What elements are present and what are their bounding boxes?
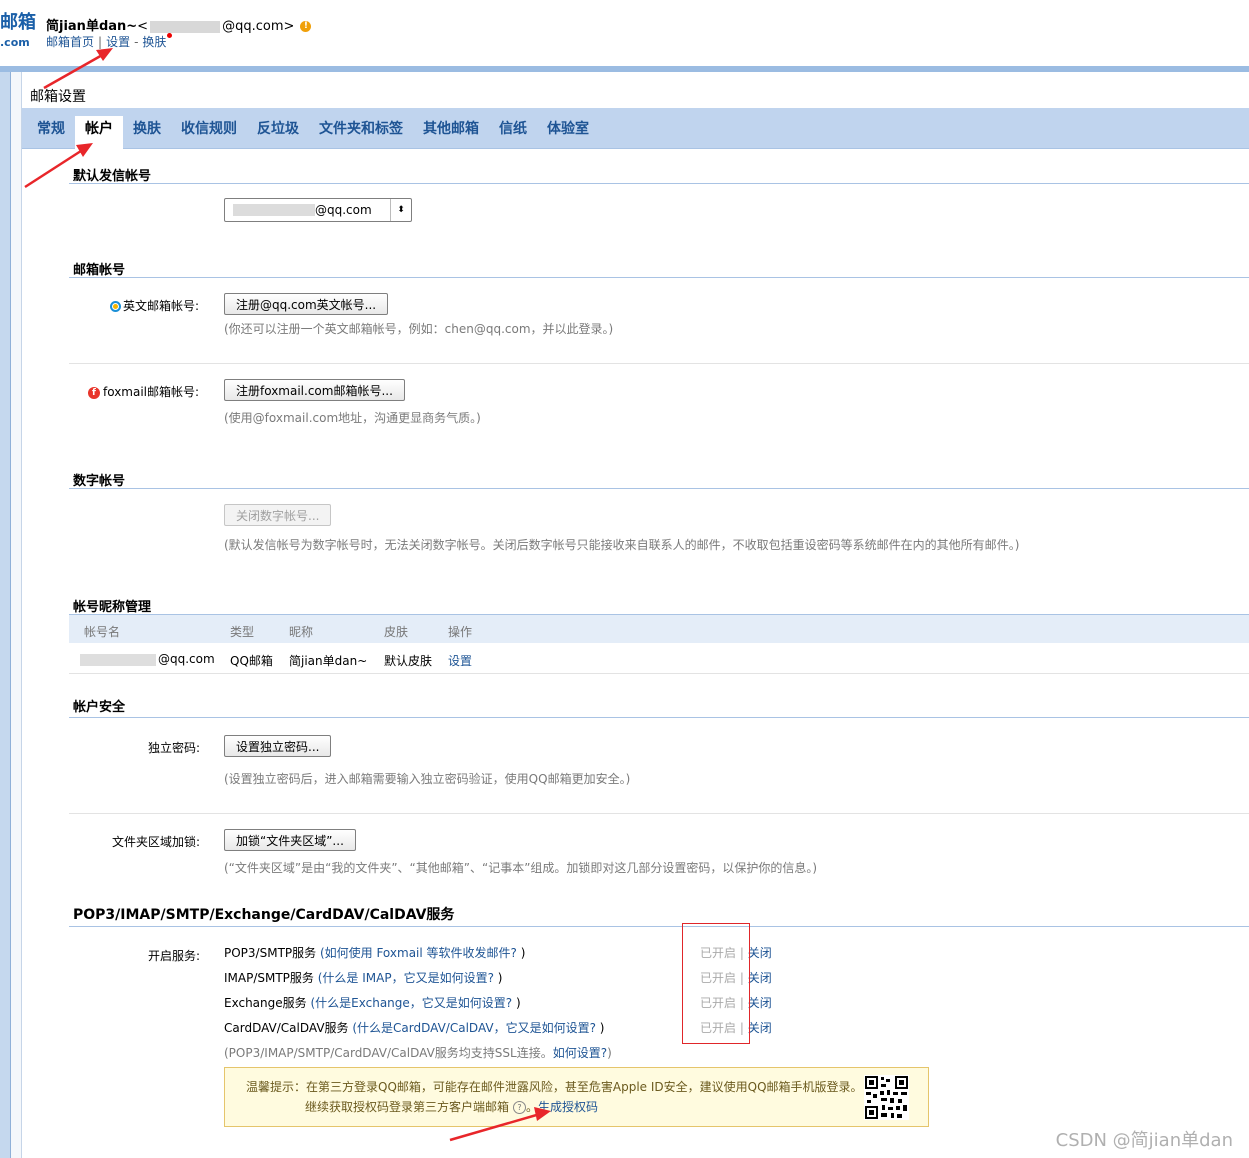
arrow-icon — [24, 48, 551, 1142]
annotation-arrows — [24, 48, 551, 1142]
watermark: CSDN @简jian单dan — [1055, 1130, 1233, 1151]
